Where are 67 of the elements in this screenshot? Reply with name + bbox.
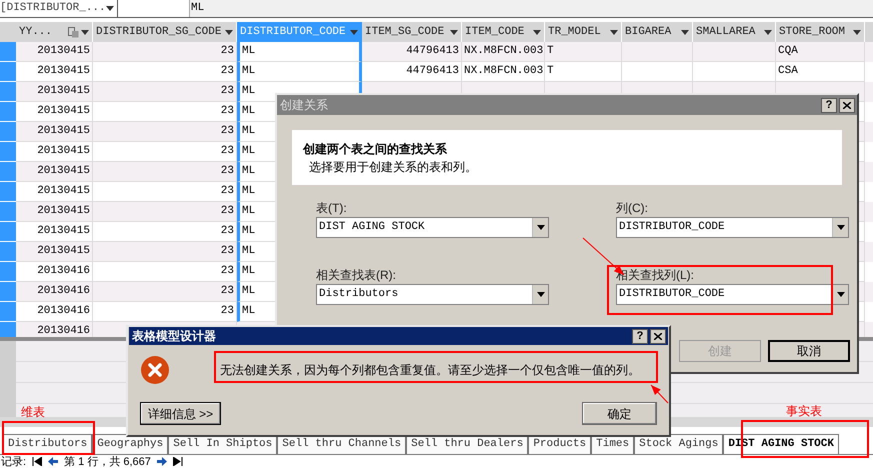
row-selector[interactable] (0, 122, 16, 142)
row-selector[interactable] (0, 102, 16, 122)
annotation-label: 事实表 (786, 404, 822, 418)
caret-icon (225, 30, 233, 34)
close-icon (654, 332, 662, 340)
row-selector[interactable] (0, 242, 16, 262)
caret-icon (610, 30, 618, 34)
row-selector[interactable] (0, 202, 16, 222)
caret-icon (106, 6, 114, 11)
row-selector[interactable] (0, 82, 16, 102)
row-selector[interactable] (0, 162, 16, 182)
table-icon (68, 26, 79, 38)
table-cell: ML (237, 62, 362, 82)
column-header[interactable]: STORE_ROOM (776, 22, 865, 42)
ok-button[interactable]: 确定 (582, 402, 657, 425)
record-position: 第 1 行，共 6,667 (64, 456, 151, 468)
row-selector[interactable] (0, 62, 16, 82)
row-selector[interactable] (0, 262, 16, 282)
close-button[interactable] (650, 328, 666, 344)
dialog-title: 表格模型设计器 (132, 328, 216, 345)
annotation-label: 维表 (21, 405, 45, 419)
help-button[interactable]: ? (632, 328, 648, 344)
caret-icon (533, 30, 541, 34)
caret-icon (350, 30, 358, 34)
help-button[interactable]: ? (821, 98, 837, 112)
column-header[interactable]: TR_MODEL (545, 22, 622, 42)
name-box[interactable]: [DISTRIBUTOR_... (0, 0, 118, 17)
caret-icon (764, 30, 772, 34)
row-selector[interactable] (0, 222, 16, 242)
details-button[interactable]: 详细信息 >> (140, 402, 221, 425)
caret-icon (81, 30, 89, 34)
sheet-tab[interactable]: Stock Agings (634, 434, 724, 454)
close-icon (843, 102, 851, 108)
close-button[interactable] (839, 98, 855, 112)
table-cell: ML (237, 42, 362, 62)
annotation-arrow (650, 384, 668, 404)
combo-box[interactable]: DISTRIBUTOR_CODE (616, 217, 849, 238)
field-label: 列(C): (616, 201, 649, 215)
row-selector[interactable] (0, 282, 16, 302)
error-message: 无法创建关系，因为每个列都包含重复值。请至少选择一个仅包含唯一值的列。 (220, 363, 640, 377)
row-selector[interactable] (0, 302, 16, 322)
dialog-button[interactable]: 取消 (768, 340, 850, 362)
row-selector[interactable] (0, 182, 16, 202)
previous-arrow-icon[interactable] (48, 457, 58, 466)
blank-field (118, 0, 190, 17)
caret-icon (450, 30, 458, 34)
formula-field[interactable]: ML (190, 0, 873, 17)
column-header[interactable]: DISTRIBUTOR_SG_CODE (93, 22, 237, 42)
column-header[interactable]: YY... (16, 22, 93, 42)
combo-box[interactable]: DISTRIBUTOR_CODE (616, 284, 849, 305)
combo-box[interactable]: Distributors (316, 284, 549, 305)
caret-icon (681, 30, 689, 34)
sheet-tab[interactable]: Distributors (3, 434, 92, 454)
field-label: 表(T): (316, 201, 348, 215)
row-selector[interactable] (0, 142, 16, 162)
caret-icon (853, 30, 861, 34)
column-header[interactable]: ITEM_SG_CODE (362, 22, 462, 42)
last-record-icon[interactable] (172, 457, 183, 466)
column-header[interactable]: SMALLAREA (693, 22, 776, 42)
row-selector[interactable] (0, 42, 16, 62)
combo-box[interactable]: DIST AGING STOCK (316, 217, 549, 238)
next-arrow-icon[interactable] (156, 457, 167, 466)
first-record-icon[interactable] (32, 457, 42, 466)
column-header[interactable]: BIGAREA (622, 22, 693, 42)
error-icon (140, 355, 170, 385)
column-header[interactable]: ITEM_CODE (462, 22, 545, 42)
record-label: 记录: (1, 456, 26, 468)
